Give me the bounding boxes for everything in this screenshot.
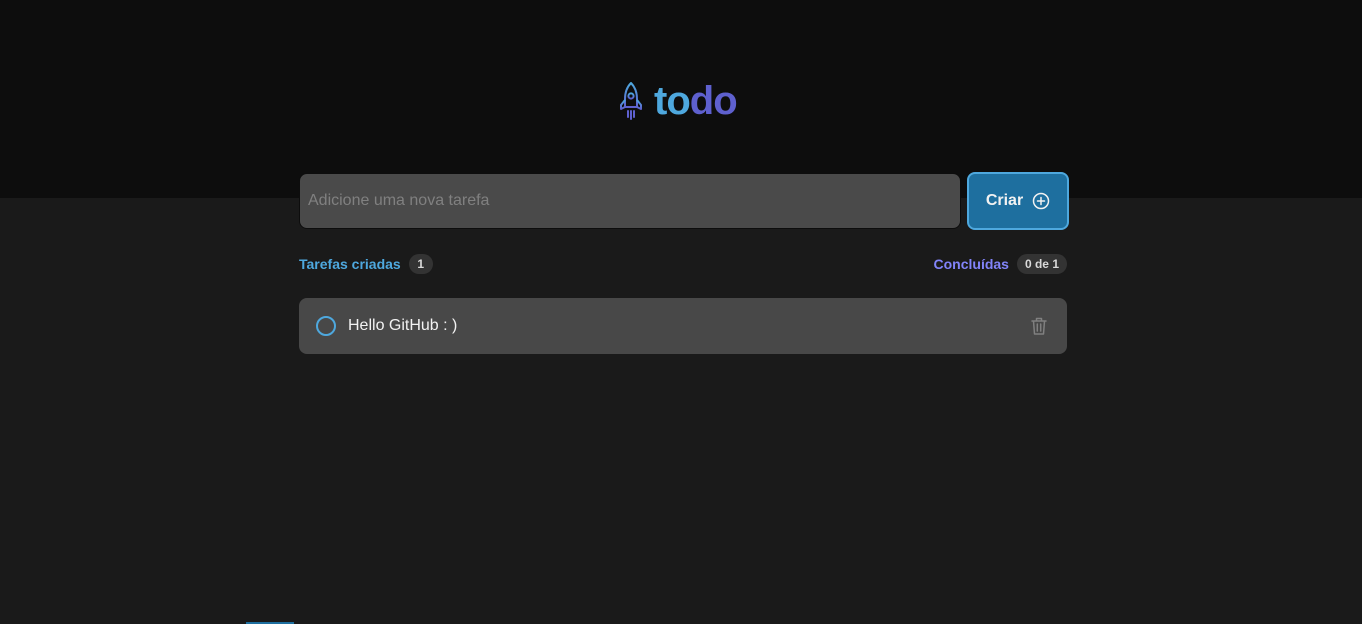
app-header: todo xyxy=(0,0,1362,198)
app-logo: todo xyxy=(618,79,738,123)
created-tasks-label: Tarefas criadas xyxy=(299,256,401,272)
task-item: Hello GitHub : ) xyxy=(299,298,1067,354)
app-title: todo xyxy=(654,79,738,123)
app-title-part1: to xyxy=(654,79,691,123)
done-tasks-info: Concluídas 0 de 1 xyxy=(933,254,1067,274)
trash-icon xyxy=(1031,317,1047,335)
task-checkbox[interactable] xyxy=(316,316,336,336)
task-list: Hello GitHub : ) xyxy=(299,298,1067,354)
created-tasks-info: Tarefas criadas 1 xyxy=(299,254,433,274)
create-button-label: Criar xyxy=(985,192,1024,209)
done-tasks-counter: 0 de 1 xyxy=(1016,254,1067,274)
new-task-input[interactable] xyxy=(299,173,961,229)
new-task-form: Criar xyxy=(299,172,1069,230)
done-tasks-label: Concluídas xyxy=(933,256,1009,272)
plus-circle-icon xyxy=(1032,192,1050,210)
created-tasks-counter: 1 xyxy=(408,254,433,274)
task-text: Hello GitHub : ) xyxy=(348,317,458,334)
task-info-bar: Tarefas criadas 1 Concluídas 0 de 1 xyxy=(299,253,1067,275)
rocket-icon xyxy=(620,82,642,120)
create-button[interactable]: Criar xyxy=(967,172,1069,230)
app-title-part2: do xyxy=(689,79,738,123)
delete-task-button[interactable] xyxy=(1029,316,1049,336)
